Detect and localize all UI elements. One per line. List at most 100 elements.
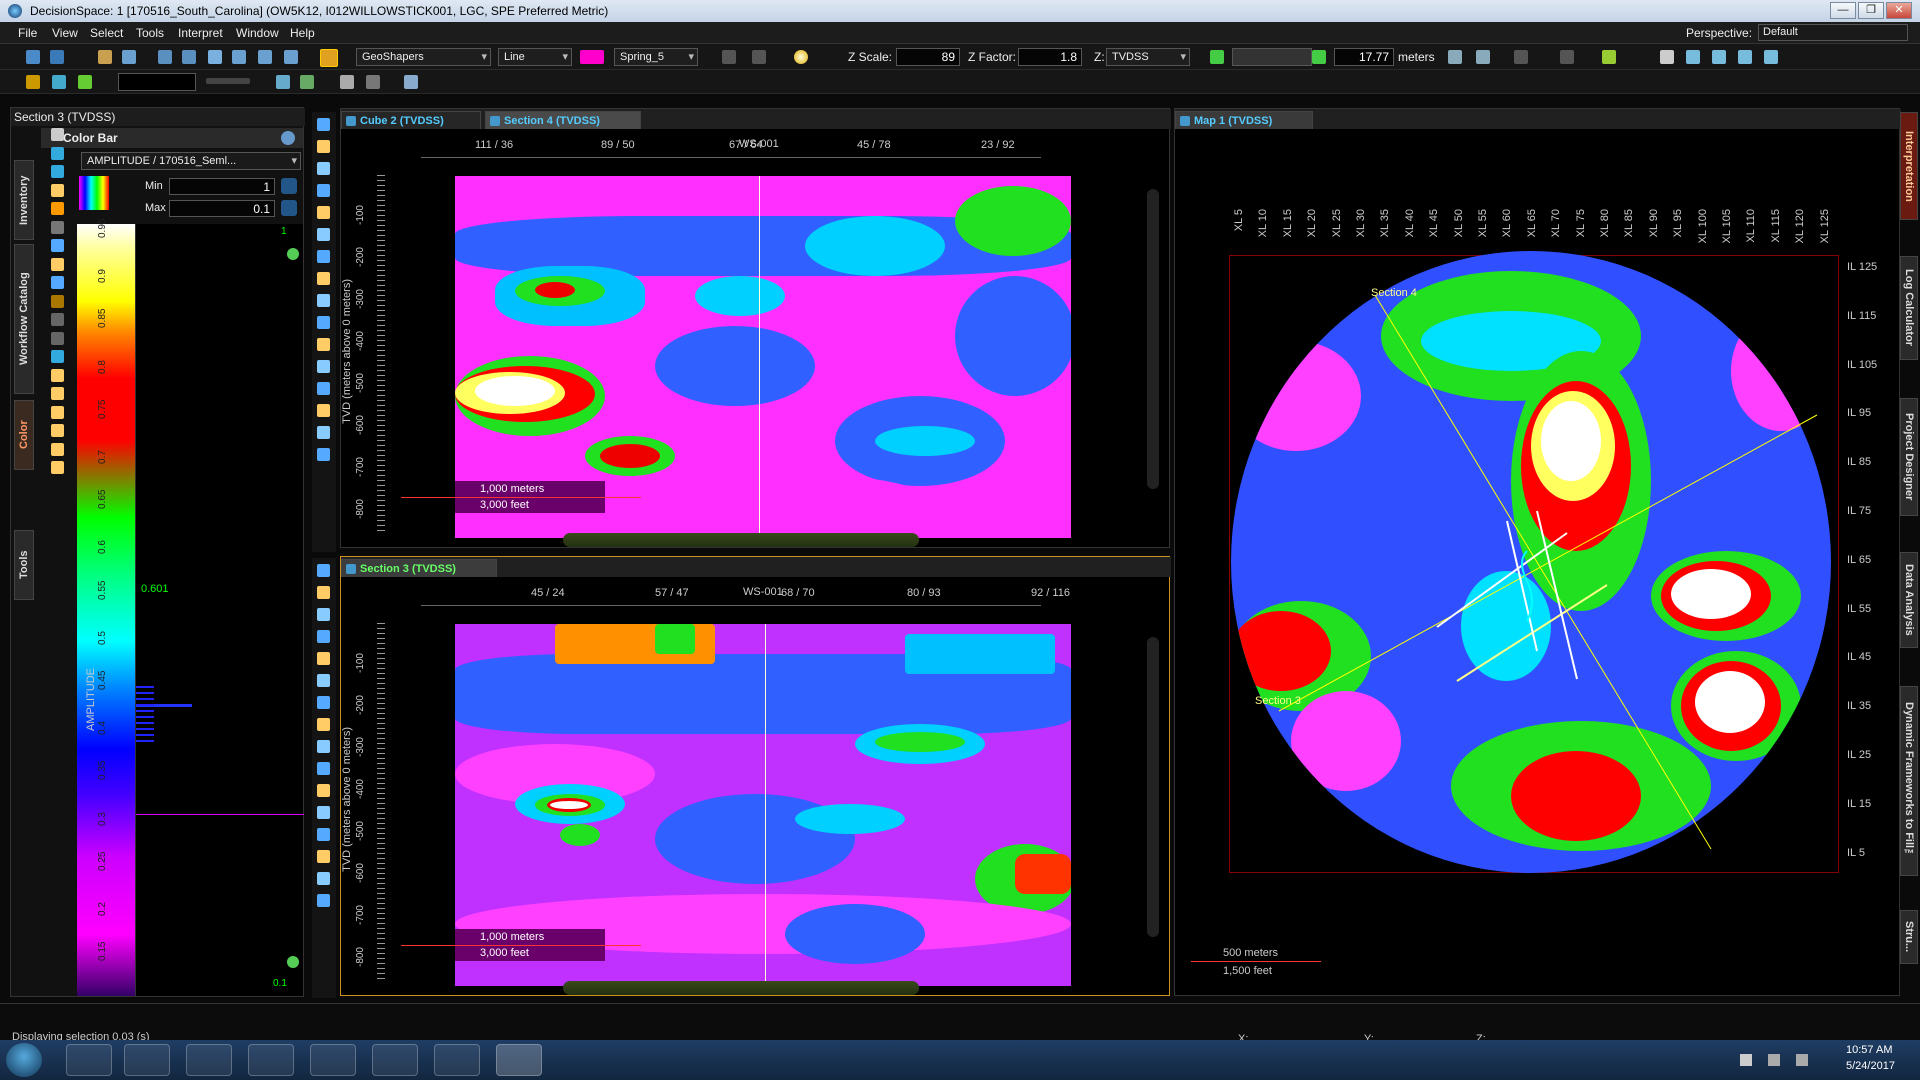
zoom-in-icon[interactable]	[287, 956, 299, 968]
tool-icon[interactable]	[51, 368, 64, 382]
tab-section3[interactable]: Section 3 (TVDSS)	[341, 559, 497, 577]
view-tool-icon[interactable]	[317, 448, 330, 461]
select-tool-icon[interactable]	[122, 50, 136, 64]
max-reset-icon[interactable]	[281, 200, 297, 216]
help-icon[interactable]	[281, 131, 295, 145]
rotate-tool-icon[interactable]	[232, 50, 246, 64]
app-glass-icon[interactable]	[372, 1044, 418, 1076]
view-tool-icon[interactable]	[317, 294, 330, 307]
slider-track[interactable]	[1232, 48, 1312, 66]
menu-help[interactable]: Help	[290, 26, 315, 40]
paint-icon[interactable]	[434, 1044, 480, 1076]
menu-file[interactable]: File	[18, 26, 37, 40]
view-tool-icon[interactable]	[317, 872, 330, 885]
z-domain-select[interactable]: TVDSS	[1106, 48, 1190, 66]
tool-icon[interactable]	[51, 165, 64, 178]
right-tab-stru[interactable]: Stru...	[1900, 910, 1918, 964]
table-icon[interactable]	[366, 75, 380, 89]
s3-vertical-scrollbar[interactable]	[1147, 637, 1159, 937]
tab-section4[interactable]: Section 4 (TVDSS)	[485, 111, 641, 129]
grid-icon[interactable]	[276, 75, 290, 89]
view-tool-icon[interactable]	[317, 426, 330, 439]
tool-icon[interactable]	[51, 331, 64, 345]
close-button[interactable]: ✕	[1886, 2, 1912, 19]
tool-icon[interactable]	[51, 146, 64, 160]
pick-tool-icon[interactable]	[158, 50, 172, 64]
right-tab-interpretation[interactable]: Interpretation	[1900, 112, 1918, 220]
view-tool-icon[interactable]	[317, 586, 330, 599]
attribute-select[interactable]: AMPLITUDE / 170516_Seml...	[81, 152, 301, 170]
flag-icon[interactable]	[1560, 50, 1574, 64]
view-tool-icon[interactable]	[317, 564, 330, 577]
bottom-marker[interactable]: 0.1	[273, 978, 287, 989]
pan-tool-icon[interactable]	[182, 50, 196, 64]
view-tool-icon[interactable]	[317, 338, 330, 351]
view-tool-icon[interactable]	[317, 206, 330, 219]
pencil-tool-icon[interactable]	[320, 49, 338, 67]
tool-icon[interactable]	[51, 276, 64, 289]
view-tool-icon[interactable]	[317, 850, 330, 863]
tool-icon[interactable]	[51, 442, 64, 456]
tray-time[interactable]: 10:57 AM	[1846, 1044, 1892, 1056]
well-icon[interactable]	[78, 75, 92, 89]
view-tool-icon[interactable]	[317, 674, 330, 687]
right-tab-project-designer[interactable]: Project Designer	[1900, 398, 1918, 516]
view-tool-icon[interactable]	[317, 360, 330, 373]
decisionspace-task-icon[interactable]	[496, 1044, 542, 1076]
layout-tile-icon[interactable]	[1738, 50, 1752, 64]
tool-icon[interactable]	[51, 424, 64, 437]
zoom-tool-icon[interactable]	[208, 50, 222, 64]
home-view-icon[interactable]	[1448, 50, 1462, 64]
pointer-icon[interactable]	[1602, 50, 1616, 64]
light-icon[interactable]	[794, 50, 808, 64]
right-tab-log-calculator[interactable]: Log Calculator	[1900, 256, 1918, 360]
menu-window[interactable]: Window	[236, 26, 279, 40]
min-reset-icon[interactable]	[281, 178, 297, 194]
view-tool-icon[interactable]	[317, 740, 330, 753]
bookmark-icon[interactable]	[1514, 50, 1528, 64]
color-scheme-select[interactable]: Spring_5	[614, 48, 698, 66]
min-input[interactable]: 1	[169, 178, 275, 195]
media-player-icon[interactable]	[186, 1044, 232, 1076]
menu-select[interactable]: Select	[90, 26, 123, 40]
crosshair-icon[interactable]	[300, 75, 314, 89]
layout-cascade-icon[interactable]	[1764, 50, 1778, 64]
zoom-in-top-icon[interactable]	[287, 248, 299, 260]
horizontal-scrollbar[interactable]	[563, 533, 919, 547]
list-icon[interactable]	[340, 75, 354, 89]
view-tool-icon[interactable]	[317, 762, 330, 775]
fit-view-icon[interactable]	[1476, 50, 1490, 64]
s3-horizontal-scrollbar[interactable]	[563, 981, 919, 995]
geoshapers-select[interactable]: GeoShapers	[356, 48, 491, 66]
tool-icon[interactable]	[51, 220, 64, 234]
snapshot-icon[interactable]	[284, 50, 298, 64]
ie-icon[interactable]	[66, 1044, 112, 1076]
tool-icon[interactable]	[51, 405, 64, 419]
vertical-scrollbar[interactable]	[1147, 189, 1159, 489]
right-tab-dynamic-frameworks[interactable]: Dynamic Frameworks to Fill™	[1900, 686, 1918, 876]
explorer-icon[interactable]	[124, 1044, 170, 1076]
horizon-icon[interactable]	[26, 75, 40, 89]
menu-view[interactable]: View	[52, 26, 78, 40]
tool-icon[interactable]	[51, 128, 64, 141]
tool-icon[interactable]	[51, 239, 64, 252]
perspective-select[interactable]: Default	[1758, 24, 1908, 41]
view-tool-icon[interactable]	[317, 228, 330, 241]
layout-single-icon[interactable]	[1660, 50, 1674, 64]
menu-interpret[interactable]: Interpret	[178, 26, 223, 40]
tool-icon[interactable]	[51, 461, 64, 474]
play-back-icon[interactable]	[1210, 50, 1224, 64]
tool-icon[interactable]	[51, 257, 64, 271]
zscale-input[interactable]: 89	[896, 48, 960, 66]
view-tool-icon[interactable]	[317, 162, 330, 175]
tool-icon[interactable]	[51, 350, 64, 363]
max-input[interactable]: 0.1	[169, 200, 275, 217]
undo-icon[interactable]	[722, 50, 736, 64]
view-tool-icon[interactable]	[317, 784, 330, 797]
view-tool-icon[interactable]	[317, 404, 330, 417]
view-tool-icon[interactable]	[317, 652, 330, 665]
side-tab-tools[interactable]: Tools	[14, 530, 34, 600]
log-icon[interactable]	[404, 75, 418, 89]
view-tool-icon[interactable]	[317, 608, 330, 621]
tray-network-icon[interactable]	[1768, 1054, 1780, 1066]
